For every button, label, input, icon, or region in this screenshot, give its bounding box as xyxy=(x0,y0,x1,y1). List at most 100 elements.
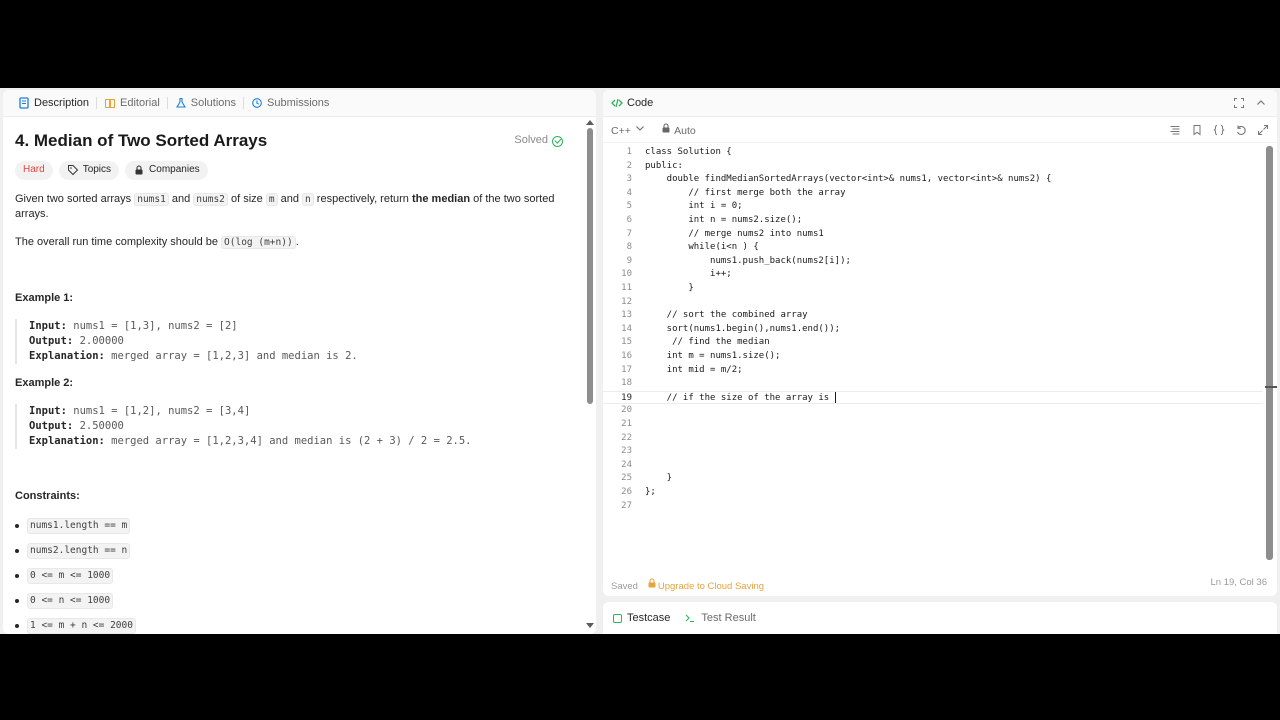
code-line[interactable]: 27 xyxy=(603,500,1263,514)
upgrade-label: Upgrade to Cloud Saving xyxy=(657,581,765,592)
line-content: // find the median xyxy=(645,337,770,348)
code-brackets-icon xyxy=(611,97,623,109)
line-content: } xyxy=(645,283,694,293)
code-line[interactable]: 22 xyxy=(603,432,1263,446)
code-line[interactable]: 11 } xyxy=(603,282,1263,296)
language-select[interactable]: C++ xyxy=(611,122,646,137)
solved-status: Solved xyxy=(514,133,563,149)
inline-code: O(log (m+n)) xyxy=(221,236,296,250)
description-scrollbar[interactable] xyxy=(587,128,593,618)
code-line[interactable]: 13 // sort the combined array xyxy=(603,309,1263,323)
code-line[interactable]: 2 public: xyxy=(603,160,1263,174)
problem-statement: Given two sorted arrays nums1 and nums2 … xyxy=(15,192,575,224)
example-block: Input: nums1 = [1,3], nums2 = [2] Output… xyxy=(15,319,575,365)
code-line[interactable]: 1 class Solution { xyxy=(603,146,1263,160)
code-line[interactable]: 6 int n = nums2.size(); xyxy=(603,214,1263,228)
tab-solutions[interactable]: Solutions xyxy=(170,97,241,109)
line-number: 1 xyxy=(626,147,632,157)
constraint-code: 0 <= m <= 1000 xyxy=(27,567,114,584)
companies-chip[interactable]: Companies xyxy=(125,161,208,180)
line-number: 19 xyxy=(621,392,632,403)
reset-icon[interactable] xyxy=(1235,124,1247,136)
explanation-label: Explanation: xyxy=(29,350,105,363)
tab-label: Test Result xyxy=(701,612,756,624)
line-number: 18 xyxy=(621,378,632,389)
code-line[interactable]: 18 xyxy=(603,377,1263,391)
code-line[interactable]: 12 xyxy=(603,296,1263,310)
line-number: 25 xyxy=(621,473,632,484)
code-line[interactable]: 19 // if the size of the array is xyxy=(603,390,1263,405)
tab-test-result[interactable]: Test Result xyxy=(684,612,756,624)
code-line[interactable]: 14 sort(nums1.begin(),nums1.end()); xyxy=(603,323,1263,337)
code-line[interactable]: 21 xyxy=(603,418,1263,432)
code-line[interactable]: 3 double findMedianSortedArrays(vector<i… xyxy=(603,173,1263,187)
constraint-code: 0 <= n <= 1000 xyxy=(27,592,114,609)
bookmark-icon[interactable] xyxy=(1191,124,1203,136)
code-line[interactable]: 8 while(i<n ) { xyxy=(603,241,1263,255)
text-cursor xyxy=(834,391,836,403)
line-number: 11 xyxy=(621,283,632,293)
auto-mode-toggle[interactable]: Auto xyxy=(660,122,696,137)
code-line[interactable]: 20 xyxy=(603,404,1263,418)
expand-icon[interactable] xyxy=(1257,124,1269,136)
editor-status-bar: Saved Upgrade to Cloud Saving Ln 19, Col… xyxy=(611,577,1267,592)
line-number: 4 xyxy=(626,187,632,198)
maximize-icon[interactable] xyxy=(1233,97,1245,109)
complexity-text: . xyxy=(295,236,299,249)
line-content: public: xyxy=(645,160,683,171)
divider xyxy=(166,97,168,109)
chevron-down-icon xyxy=(634,122,646,134)
topics-chip[interactable]: Topics xyxy=(58,161,120,180)
line-number: 26 xyxy=(621,487,632,497)
code-line[interactable]: 24 xyxy=(603,459,1263,473)
input-value: nums1 = [1,3], nums2 = [2] xyxy=(66,320,238,333)
code-line[interactable]: 5 int i = 0; xyxy=(603,200,1263,214)
tab-submissions[interactable]: Submissions xyxy=(246,97,334,109)
line-content: // merge nums2 into nums1 xyxy=(645,228,824,239)
scroll-up-arrow[interactable] xyxy=(586,120,594,125)
line-number: 3 xyxy=(626,174,632,185)
line-number: 24 xyxy=(621,459,632,470)
code-line[interactable]: 23 xyxy=(603,445,1263,459)
line-content: sort(nums1.begin(),nums1.end()); xyxy=(645,323,841,334)
code-editor[interactable]: 1 class Solution {2 public: 3 double findMe… xyxy=(603,146,1263,576)
companies-label: Companies xyxy=(149,164,200,175)
output-label: Output: xyxy=(29,335,74,348)
tab-description[interactable]: Description xyxy=(13,97,94,109)
language-controls: C++ Auto xyxy=(611,122,696,137)
code-line[interactable]: 10 i++; xyxy=(603,268,1263,282)
line-number: 20 xyxy=(621,405,632,416)
complexity-statement: The overall run time complexity should b… xyxy=(15,235,575,251)
output-value: 2.50000 xyxy=(73,420,124,433)
scroll-down-arrow[interactable] xyxy=(586,623,594,628)
line-number: 9 xyxy=(626,255,632,266)
code-line[interactable]: 16 int m = nums1.size(); xyxy=(603,350,1263,364)
code-line[interactable]: 7 // merge nums2 into nums1 xyxy=(603,228,1263,242)
line-number: 22 xyxy=(621,432,632,443)
code-line[interactable]: 15 // find the median xyxy=(603,336,1263,350)
difficulty-badge: Hard xyxy=(15,161,53,180)
editor-toolbar: C++ Auto xyxy=(603,117,1277,143)
lock-icon xyxy=(646,577,658,589)
upgrade-link[interactable]: Upgrade to Cloud Saving xyxy=(646,578,765,592)
list-item: 0 <= m <= 1000 xyxy=(15,563,575,588)
editor-scrollbar[interactable] xyxy=(1266,146,1273,560)
braces-icon[interactable] xyxy=(1213,124,1225,136)
code-line[interactable]: 25 } xyxy=(603,472,1263,486)
lock-icon xyxy=(133,164,145,176)
format-icon[interactable] xyxy=(1169,124,1181,136)
tab-label: Description xyxy=(34,97,90,109)
problem-title[interactable]: 4. Median of Two Sorted Arrays xyxy=(15,129,267,154)
divider xyxy=(243,97,245,109)
line-number: 12 xyxy=(621,296,632,307)
tab-testcase[interactable]: Testcase xyxy=(613,612,670,624)
code-line[interactable]: 4 // first merge both the array xyxy=(603,187,1263,201)
code-line[interactable]: 26}; xyxy=(603,486,1263,500)
code-line[interactable]: 9 nums1.push_back(nums2[i]); xyxy=(603,255,1263,269)
code-line[interactable]: 17 int mid = m/2; xyxy=(603,364,1263,378)
chevron-up-icon[interactable] xyxy=(1255,97,1267,109)
tab-editorial[interactable]: Editorial xyxy=(99,97,165,109)
scrollbar-thumb[interactable] xyxy=(587,128,593,404)
tab-code[interactable]: Code xyxy=(611,97,653,109)
tab-label: Editorial xyxy=(120,97,160,109)
